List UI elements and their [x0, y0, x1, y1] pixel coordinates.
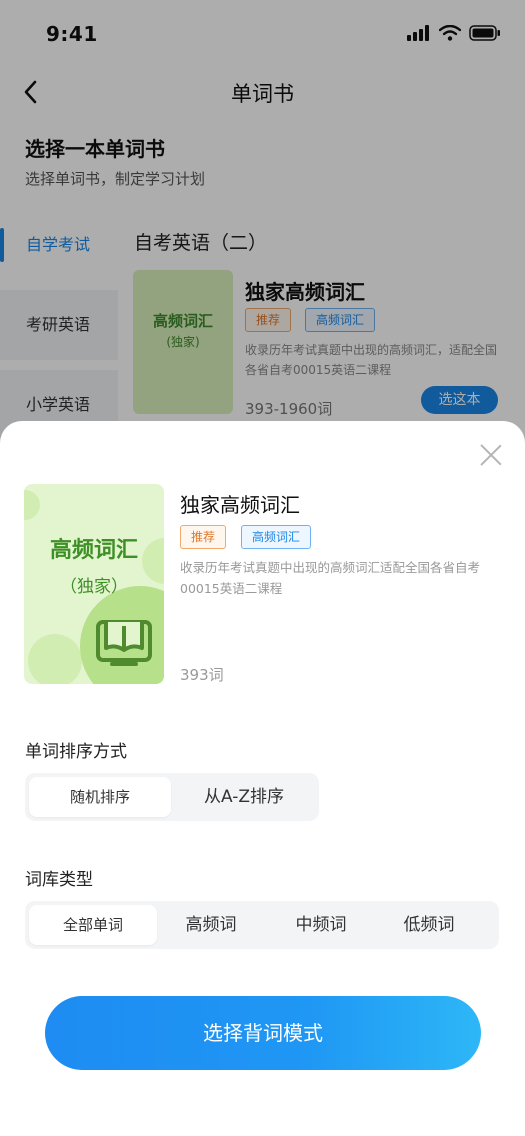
sheet-word-count: 393词: [180, 666, 224, 684]
type-section-label: 词库类型: [25, 870, 93, 890]
open-book-icon: [96, 620, 152, 666]
type-option-medium[interactable]: 中频词: [259, 905, 383, 945]
book-cover: 高频词汇 （独家）: [24, 484, 164, 684]
cover-decoration: [28, 634, 82, 684]
close-icon[interactable]: [479, 443, 503, 467]
choose-mode-button[interactable]: 选择背词模式: [45, 996, 481, 1070]
word-type-segmented-control: 全部单词 高频词 中频词 低频词: [25, 901, 499, 949]
high-frequency-badge: 高频词汇: [241, 525, 312, 549]
sheet-book-title: 独家高频词汇: [180, 493, 300, 517]
book-detail-sheet: 高频词汇 （独家） 独家高频词汇 推荐 高频词汇 收录历年考试真题中出现的高频词…: [0, 421, 525, 1136]
cover-decoration: [24, 490, 40, 520]
sort-option-alphabetical[interactable]: 从A-Z排序: [173, 777, 315, 817]
sort-segmented-control: 随机排序 从A-Z排序: [25, 773, 319, 821]
type-option-high[interactable]: 高频词: [149, 905, 273, 945]
sort-section-label: 单词排序方式: [25, 742, 127, 762]
sheet-book-description: 收录历年考试真题中出现的高频词汇适配全国各省自考00015英语二课程: [180, 560, 481, 596]
type-option-low[interactable]: 低频词: [367, 905, 491, 945]
cover-title: 高频词汇: [49, 538, 138, 563]
sort-option-random[interactable]: 随机排序: [29, 777, 171, 817]
recommend-badge: 推荐: [180, 525, 227, 549]
cover-subtitle: （独家）: [60, 577, 128, 597]
type-option-all[interactable]: 全部单词: [29, 905, 157, 945]
